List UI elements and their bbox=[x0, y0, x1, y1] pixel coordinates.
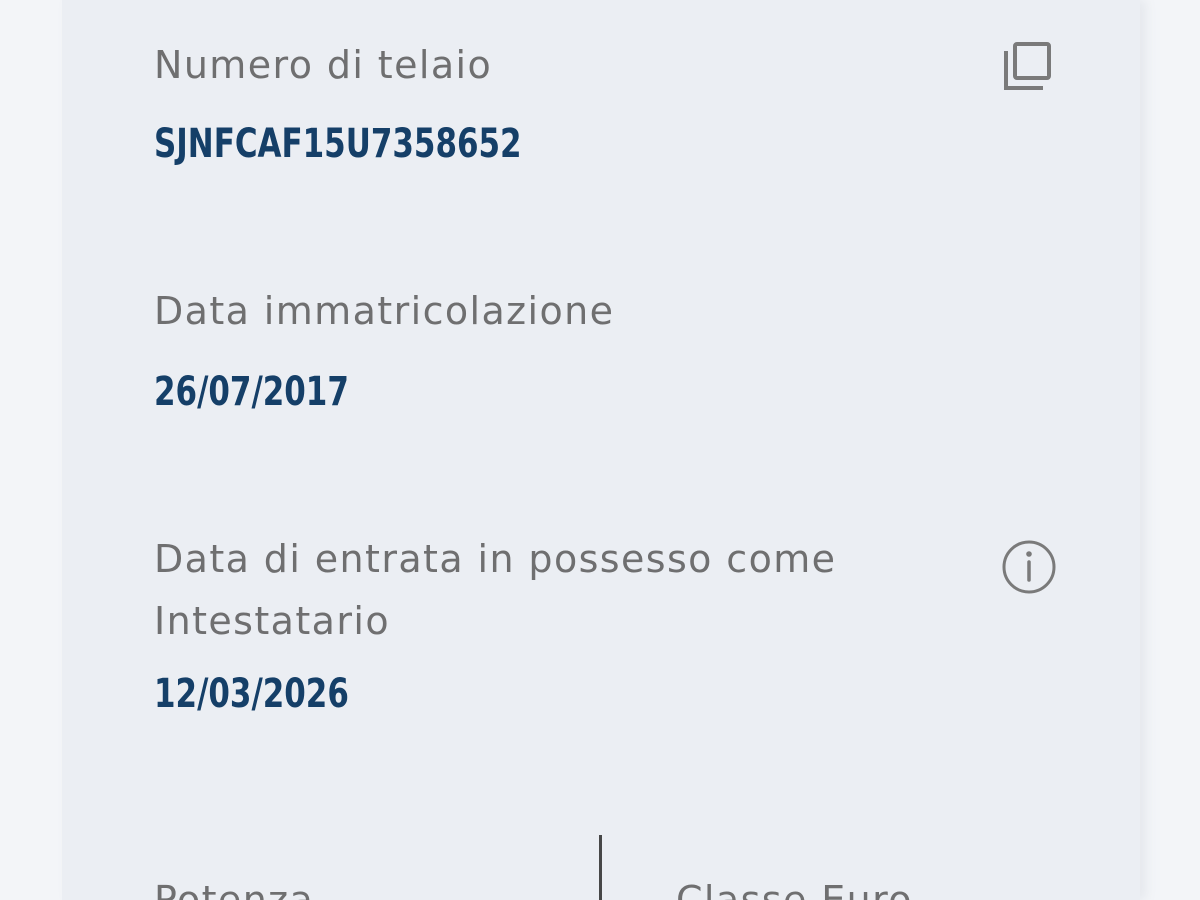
chassis-number-value: SJNFCAF15U7358652 bbox=[154, 121, 522, 167]
info-icon bbox=[1002, 540, 1056, 594]
ownership-date-info-button[interactable] bbox=[1000, 538, 1058, 596]
copy-chassis-number-button[interactable] bbox=[1000, 40, 1058, 98]
power-label: Potenza bbox=[154, 878, 315, 900]
copy-icon bbox=[1004, 42, 1051, 90]
power-and-euro-class-row: Potenza Classe Euro bbox=[62, 835, 1140, 900]
vertical-divider bbox=[599, 835, 602, 900]
registration-date-value: 26/07/2017 bbox=[154, 369, 349, 415]
vehicle-details-card: Numero di telaio SJNFCAF15U7358652 Data … bbox=[62, 0, 1140, 900]
euro-class-label: Classe Euro bbox=[676, 878, 913, 900]
chassis-number-field: Numero di telaio SJNFCAF15U7358652 bbox=[154, 34, 581, 170]
vehicle-details-page: Numero di telaio SJNFCAF15U7358652 Data … bbox=[0, 0, 1200, 900]
registration-date-field: Data immatricolazione 26/07/2017 bbox=[154, 280, 614, 418]
ownership-date-value: 12/03/2026 bbox=[154, 671, 349, 717]
ownership-date-label: Data di entrata in possesso come Intesta… bbox=[154, 537, 837, 643]
registration-date-label: Data immatricolazione bbox=[154, 289, 615, 333]
chassis-number-label: Numero di telaio bbox=[154, 43, 493, 87]
ownership-date-field: Data di entrata in possesso come Intesta… bbox=[154, 528, 914, 720]
